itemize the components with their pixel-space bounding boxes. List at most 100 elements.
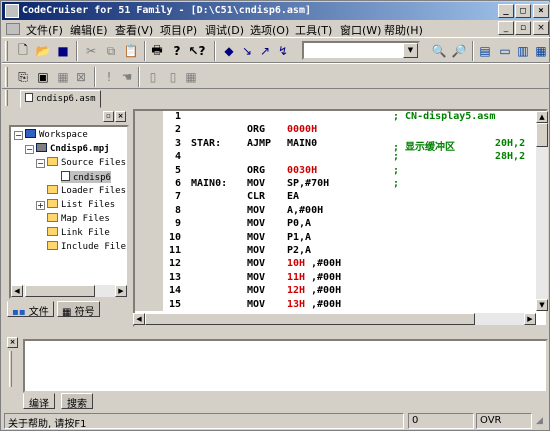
- mdi-restore-button[interactable]: ▫: [515, 21, 531, 35]
- tree-loader-files[interactable]: Loader Files: [47, 185, 126, 196]
- tree-link-file[interactable]: Link File: [47, 227, 110, 238]
- close-button[interactable]: ×: [533, 4, 549, 18]
- line-number: 7: [174, 191, 181, 203]
- cut-icon[interactable]: ✂: [82, 42, 100, 60]
- menu-project[interactable]: 项目(P): [160, 22, 197, 38]
- code-editor[interactable]: 1 ; CN-display5.asm 2 ORG 0000H 3 STAR: AJMP MAI…: [133, 109, 548, 327]
- toolbar-grip[interactable]: [5, 41, 8, 61]
- menu-bar: 文件(F) 编辑(E) 查看(V) 项目(P) 调试(D) 选项(O) 工具(T…: [2, 21, 550, 37]
- menu-debug[interactable]: 调试(D): [205, 22, 244, 38]
- resize-grip-icon[interactable]: ◢: [536, 416, 543, 426]
- code-opcode: MOV: [247, 285, 266, 297]
- maximize-button[interactable]: □: [515, 4, 531, 18]
- new-file-icon[interactable]: 🗋: [14, 42, 32, 60]
- debug-step-icon[interactable]: ▯: [164, 68, 182, 86]
- editor-vertical-scrollbar[interactable]: ▲ ▼: [536, 111, 548, 311]
- scroll-thumb[interactable]: [536, 123, 548, 147]
- mdi-close-button[interactable]: ×: [533, 21, 549, 35]
- tree-cndisp6[interactable]: cndisp6: [61, 171, 111, 183]
- tab-symbols[interactable]: ▦ 符号: [57, 301, 100, 318]
- mdi-minimize-button[interactable]: _: [498, 21, 514, 35]
- editor-horizontal-scrollbar[interactable]: ◀ ▶: [133, 313, 536, 325]
- output-view-icon[interactable]: ▭: [496, 42, 514, 60]
- menu-options[interactable]: 选项(O): [250, 22, 289, 38]
- clear-bookmarks-icon[interactable]: ↯: [274, 42, 292, 60]
- menu-view[interactable]: 查看(V): [115, 22, 153, 38]
- tab-search[interactable]: 搜索: [61, 393, 93, 410]
- tree-horizontal-scrollbar[interactable]: ◀ ▶: [11, 285, 127, 297]
- line-number: 14: [168, 285, 181, 297]
- menu-edit[interactable]: 编辑(E): [70, 22, 108, 38]
- build-icon[interactable]: ▣: [34, 68, 52, 86]
- tree-list-files[interactable]: List Files: [47, 199, 115, 210]
- code-operand: ,#00H: [311, 271, 342, 283]
- tabs-grip[interactable]: [5, 90, 8, 106]
- toggle-bookmark-icon[interactable]: ◆: [220, 42, 238, 60]
- compile-icon[interactable]: ⎘: [14, 68, 32, 86]
- rebuild-icon[interactable]: ▦: [54, 68, 72, 86]
- code-operand: ,#00H: [311, 258, 342, 270]
- collapse-icon[interactable]: −: [36, 159, 45, 168]
- debug-stop-icon[interactable]: ▦: [182, 68, 200, 86]
- collapse-icon[interactable]: −: [14, 131, 23, 140]
- output-grip[interactable]: [9, 351, 12, 387]
- tab-files[interactable]: ▪▪ 文件: [7, 301, 54, 318]
- save-icon[interactable]: ■: [54, 42, 72, 60]
- help-icon[interactable]: ?: [168, 42, 186, 60]
- scroll-down-icon[interactable]: ▼: [536, 299, 548, 311]
- scroll-left-icon[interactable]: ◀: [133, 313, 145, 325]
- context-help-icon[interactable]: ↖?: [188, 42, 206, 60]
- document-icon[interactable]: [6, 23, 20, 35]
- stop-build-icon[interactable]: ⊠: [72, 68, 90, 86]
- workspace-restore-icon[interactable]: ▫: [103, 111, 114, 122]
- expand-icon[interactable]: +: [36, 201, 45, 210]
- menu-help[interactable]: 帮助(H): [384, 22, 423, 38]
- find-in-files-icon[interactable]: 🔎: [450, 42, 468, 60]
- scroll-right-icon[interactable]: ▶: [524, 313, 536, 325]
- tree-source-files[interactable]: Source Files: [47, 157, 126, 168]
- tree-project[interactable]: Cndisp6.mpj: [36, 143, 110, 154]
- tab-cndisp6[interactable]: cndisp6.asm: [20, 90, 101, 108]
- scroll-thumb[interactable]: [25, 285, 95, 297]
- toolbar-grip[interactable]: [5, 67, 8, 87]
- collapse-icon[interactable]: −: [25, 145, 34, 154]
- code-comment: ; CN-display5.asm: [393, 111, 496, 122]
- output-text[interactable]: [23, 339, 548, 393]
- open-folder-icon[interactable]: 📂: [34, 42, 52, 60]
- chevron-down-icon[interactable]: ▼: [403, 43, 418, 58]
- tree-map-files[interactable]: Map Files: [47, 213, 110, 224]
- prev-bookmark-icon[interactable]: ↗: [256, 42, 274, 60]
- line-number: 8: [174, 204, 181, 216]
- workspace-view-icon[interactable]: ▤: [476, 42, 494, 60]
- tile-windows-icon[interactable]: ▥: [514, 42, 532, 60]
- print-icon[interactable]: 🖶: [148, 42, 166, 60]
- exclamation-icon[interactable]: !: [100, 68, 118, 86]
- tree-include-files[interactable]: Include Files: [47, 241, 127, 252]
- scroll-up-icon[interactable]: ▲: [536, 111, 548, 123]
- title-bar[interactable]: CodeCruiser for 51 Family - [D:\C51\cndi…: [2, 2, 550, 20]
- find-combo[interactable]: ▼: [302, 41, 420, 60]
- code-operand: 11H: [287, 271, 306, 283]
- hand-icon[interactable]: ☚: [118, 68, 136, 86]
- menu-tools[interactable]: 工具(T): [295, 22, 332, 38]
- asm-file-icon: [25, 93, 33, 102]
- files-tab-icon: ▪▪: [12, 307, 26, 318]
- cascade-windows-icon[interactable]: ▦: [532, 42, 550, 60]
- menu-window[interactable]: 窗口(W): [340, 22, 381, 38]
- tab-compile[interactable]: 编译: [23, 393, 55, 410]
- next-bookmark-icon[interactable]: ↘: [238, 42, 256, 60]
- find-icon[interactable]: 🔍: [430, 42, 448, 60]
- menu-file[interactable]: 文件(F): [26, 22, 63, 38]
- minimize-button[interactable]: _: [498, 4, 514, 18]
- workspace-close-icon[interactable]: ×: [115, 111, 126, 122]
- line-number: 5: [174, 164, 181, 176]
- tree-workspace[interactable]: Workspace: [25, 129, 88, 140]
- file-tree[interactable]: − Workspace − Cndisp6.mpj − Source Files…: [9, 125, 129, 299]
- scroll-thumb[interactable]: [145, 313, 475, 325]
- scroll-right-icon[interactable]: ▶: [115, 285, 127, 297]
- output-close-icon[interactable]: ×: [7, 337, 18, 348]
- copy-icon[interactable]: ⧉: [102, 42, 120, 60]
- debug-start-icon[interactable]: ▯: [144, 68, 162, 86]
- paste-icon[interactable]: 📋: [122, 42, 140, 60]
- scroll-left-icon[interactable]: ◀: [11, 285, 23, 297]
